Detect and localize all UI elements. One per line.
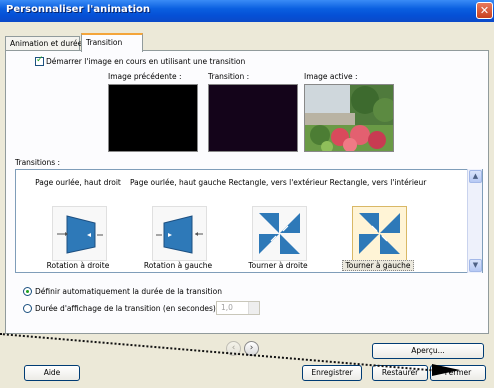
garden-photo [305, 85, 393, 151]
manual-duration-label: Durée d'affichage de la transition (en s… [35, 304, 216, 313]
spinner-arrows-icon[interactable] [248, 302, 259, 314]
duration-value: 1,0 [221, 303, 233, 312]
transition-title: Page ourlée, haut droit [35, 178, 121, 187]
transitions-scrollbar[interactable]: ▲ ▼ [467, 169, 482, 273]
transition-caption: Tourner à gauche [328, 260, 428, 271]
scroll-up-button[interactable]: ▲ [469, 170, 482, 183]
active-image-preview [304, 84, 394, 152]
pinwheel-left-icon [352, 206, 407, 261]
arrow-pointer-icon [432, 364, 460, 376]
transition-preview-label: Transition : [208, 72, 250, 81]
window-title: Personnaliser l'animation [6, 4, 151, 15]
customize-animation-dialog: Personnaliser l'animation ✕ Animation et… [0, 0, 494, 388]
tab-transition[interactable]: Transition [81, 33, 143, 52]
transition-item-pinwheel-left[interactable]: Rectangle, vers l'intérieur Tourner à ga… [328, 170, 428, 272]
previous-image-label: Image précédente : [108, 72, 182, 81]
transition-title: Page ourlée, haut gauche [129, 178, 227, 187]
transition-title: Rectangle, vers l'extérieur [228, 178, 328, 187]
active-image-label: Image active : [304, 72, 358, 81]
help-button[interactable]: Aide [24, 365, 80, 381]
transition-caption: Rotation à droite [46, 261, 110, 270]
previous-image-preview [108, 84, 198, 152]
close-window-button[interactable]: ✕ [476, 2, 493, 19]
preview-button[interactable]: Aperçu... [372, 343, 484, 359]
pinwheel-right-icon [252, 206, 307, 261]
start-with-transition-label: Démarrer l'image en cours en utilisant u… [46, 57, 246, 66]
transition-item-pinwheel-right[interactable]: Rectangle, vers l'extérieur Tourner à dr… [228, 170, 328, 272]
transition-caption: Tourner à droite [248, 261, 308, 270]
transition-item-page-curl-right[interactable]: Page ourlée, haut droit Rotation à droit… [28, 170, 128, 272]
auto-duration-radio[interactable] [23, 287, 32, 296]
manual-duration-radio[interactable] [23, 304, 32, 313]
tab-animation-duration[interactable]: Animation et durée [5, 36, 82, 51]
scroll-down-button[interactable]: ▼ [469, 259, 482, 272]
selected-caption: Tourner à gauche [342, 260, 414, 271]
transitions-label: Transitions : [15, 158, 61, 167]
page-curl-left-icon [152, 206, 207, 261]
close-icon: ✕ [479, 4, 490, 17]
save-button[interactable]: Enregistrer [302, 365, 362, 381]
transition-caption: Rotation à gauche [143, 261, 213, 270]
page-curl-right-icon [52, 206, 107, 261]
start-with-transition-checkbox[interactable] [35, 55, 44, 66]
transition-item-page-curl-left[interactable]: Page ourlée, haut gauche Rotation à gauc… [128, 170, 228, 272]
transition-title: Rectangle, vers l'intérieur [329, 178, 427, 187]
transition-preview [208, 84, 298, 152]
auto-duration-label: Définir automatiquement la durée de la t… [35, 287, 223, 296]
transitions-list: Page ourlée, haut droit Rotation à droit… [15, 169, 483, 273]
title-bar: Personnaliser l'animation ✕ [0, 0, 494, 22]
duration-spinner[interactable]: 1,0 [216, 301, 260, 315]
